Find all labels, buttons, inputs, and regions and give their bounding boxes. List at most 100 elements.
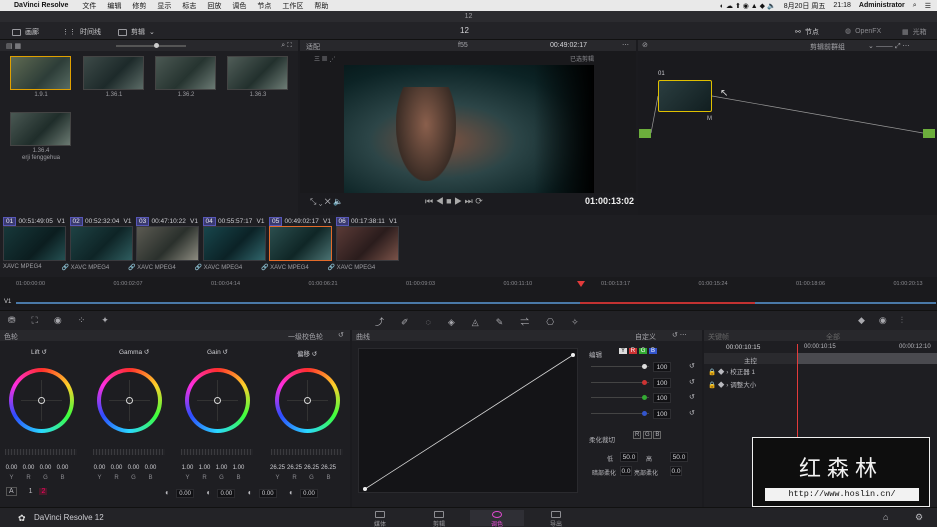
thumb-size-slider[interactable] xyxy=(116,42,187,48)
center-palette-icons[interactable]: ⤴✐◌◈◬✎⇌⎔✧ xyxy=(375,315,596,328)
search-icon[interactable]: ⌕ ⛶ xyxy=(281,42,292,50)
status-icons[interactable]: ◐ ☁ ⬆ ◉ ▲ ◆ 🔈 xyxy=(720,2,776,10)
wheel-puck[interactable] xyxy=(126,397,133,404)
high-soft-field[interactable]: 0.0 xyxy=(670,466,682,476)
color-wheel[interactable] xyxy=(97,368,162,433)
openfx-button[interactable]: ◍ OpenFX xyxy=(845,27,881,36)
page-1-button[interactable]: 1 xyxy=(29,488,33,495)
pivot-field[interactable]: 0.00 xyxy=(217,489,236,498)
menu-edit[interactable]: 编辑 xyxy=(107,1,121,11)
reset-icon[interactable]: ↺ xyxy=(338,331,344,339)
menu-color[interactable]: 调色 xyxy=(232,1,246,11)
mini-timeline[interactable]: 01:00:00:00 01:00:02:07 01:00:04:14 01:00:0… xyxy=(0,277,937,307)
menu-nodes[interactable]: 节点 xyxy=(257,1,271,11)
wheel-puck[interactable] xyxy=(214,397,221,404)
keyframes-filter[interactable]: 全部 xyxy=(826,332,840,342)
timeline-button[interactable]: ⋮⋮ 时间线 xyxy=(62,27,101,37)
playhead-marker[interactable] xyxy=(577,281,585,287)
list-icon[interactable]: ☰ xyxy=(925,2,931,10)
viewer-mode-dropdown[interactable]: 已选剪辑 xyxy=(570,54,594,63)
color-wheel[interactable] xyxy=(275,368,340,433)
right-palette-icons[interactable]: ◆◉⫶ xyxy=(858,315,917,326)
channel-r[interactable]: R xyxy=(628,348,638,354)
menubar-user[interactable]: Administrator xyxy=(859,2,905,9)
curve-intensity-slider[interactable] xyxy=(591,410,649,416)
page-media[interactable]: 媒体 xyxy=(360,510,400,527)
channel-b[interactable]: B xyxy=(649,348,658,354)
saturation-field[interactable]: 0.00 xyxy=(258,489,277,498)
menu-playback[interactable]: 回放 xyxy=(207,1,221,11)
low-soft-field[interactable]: 0.0 xyxy=(620,466,632,476)
page-deliver[interactable]: 导出 xyxy=(536,510,576,527)
master-row[interactable]: 主控 xyxy=(704,353,937,365)
wheels-mode-dropdown[interactable]: 一级校色轮 xyxy=(288,332,323,342)
channel-y[interactable]: Y xyxy=(619,348,628,354)
page-2-button[interactable]: 2 xyxy=(39,488,48,495)
curve-intensity-field[interactable]: 100 xyxy=(653,408,671,419)
hue-field[interactable]: 0.00 xyxy=(300,489,319,498)
menu-help[interactable]: 帮助 xyxy=(314,1,328,11)
still-thumbnail[interactable] xyxy=(10,56,71,90)
left-palette-icons[interactable]: ⛃⛶◉⁘✦ xyxy=(8,315,125,326)
still-thumbnail[interactable] xyxy=(10,112,71,146)
curve-intensity-slider[interactable] xyxy=(591,364,649,369)
menu-app-name[interactable]: DaVinci Resolve xyxy=(14,2,68,9)
curve-graph[interactable] xyxy=(358,348,578,493)
softclip-channels[interactable]: R G B xyxy=(633,431,662,439)
video-frame[interactable] xyxy=(344,65,594,203)
more-icon[interactable]: ⋯ xyxy=(622,41,629,49)
clips-button[interactable]: 剪辑 ⌄ xyxy=(118,27,155,37)
viewer-tools[interactable]: 三 ▦ ⋰ xyxy=(314,54,335,63)
lightbox-button[interactable]: ▦ 光箱 xyxy=(902,27,927,37)
jog-tools[interactable]: ⤡ ⌄ ✕ 🔈 xyxy=(310,197,343,207)
search-icon[interactable]: ⌕ xyxy=(913,2,917,10)
clip-thumbnail[interactable] xyxy=(136,226,199,261)
kf-row[interactable]: 🔒 ◆ › 调整大小 xyxy=(708,379,756,389)
color-wheel[interactable] xyxy=(185,368,250,433)
wheel-puck[interactable] xyxy=(38,397,45,404)
gear-icon[interactable]: ⚙ xyxy=(915,512,923,523)
master-wheel-slider[interactable] xyxy=(5,449,77,455)
master-wheel-slider[interactable] xyxy=(181,449,253,455)
still-thumbnail[interactable] xyxy=(83,56,144,90)
master-wheel-slider[interactable] xyxy=(93,449,165,455)
curves-more-icon[interactable]: ↺ ⋯ xyxy=(672,331,687,339)
page-a-button[interactable]: A xyxy=(6,487,17,496)
menu-trim[interactable]: 修剪 xyxy=(132,1,146,11)
reset-icon[interactable]: ↺ xyxy=(689,378,695,386)
curves-mode-dropdown[interactable]: 自定义 xyxy=(635,332,656,342)
clip-thumbnail[interactable] xyxy=(335,226,399,261)
menu-workspace[interactable]: 工作区 xyxy=(282,1,303,11)
menu-file[interactable]: 文件 xyxy=(82,1,96,11)
reset-icon[interactable]: ↺ xyxy=(689,409,695,417)
high-field[interactable]: 50.0 xyxy=(670,452,688,462)
clip-thumbnail[interactable] xyxy=(3,226,66,261)
page-edit[interactable]: 剪辑 xyxy=(419,510,459,527)
menu-view[interactable]: 显示 xyxy=(157,1,171,11)
clip-thumbnail[interactable] xyxy=(269,226,332,261)
gallery-view-icon[interactable]: ▤ ▦ xyxy=(6,42,21,50)
still-thumbnail[interactable] xyxy=(155,56,216,90)
master-wheel-slider[interactable] xyxy=(271,449,343,455)
low-field[interactable]: 50.0 xyxy=(620,452,638,462)
menu-mark[interactable]: 标志 xyxy=(182,1,196,11)
page-color[interactable]: 调色 xyxy=(470,510,524,527)
nodes-button[interactable]: ⚯ 节点 xyxy=(795,27,819,37)
home-icon[interactable]: ⌂ xyxy=(883,512,888,522)
reset-icon[interactable]: ↺ xyxy=(689,362,695,370)
channel-g[interactable]: G xyxy=(638,348,648,354)
kf-row[interactable]: 🔒 ◆ › 校正器 1 xyxy=(708,366,755,376)
curve-intensity-slider[interactable] xyxy=(591,395,649,400)
gallery-button[interactable]: 画廊 xyxy=(12,27,39,37)
color-wheel[interactable] xyxy=(9,368,74,433)
curve-intensity-field[interactable]: 100 xyxy=(653,362,671,372)
still-thumbnail[interactable] xyxy=(227,56,288,90)
wheel-puck[interactable] xyxy=(304,397,311,404)
curve-intensity-field[interactable]: 100 xyxy=(653,393,671,403)
contrast-field[interactable]: 0.00 xyxy=(176,489,195,498)
transport-controls[interactable]: ⏮ ◀ ■ ▶ ⏭ ⟳ xyxy=(425,196,483,207)
curve-intensity-field[interactable]: 100 xyxy=(653,377,671,388)
fit-dropdown[interactable]: 适配 xyxy=(306,42,320,52)
reset-icon[interactable]: ↺ xyxy=(689,393,695,401)
curve-intensity-slider[interactable] xyxy=(591,379,649,385)
